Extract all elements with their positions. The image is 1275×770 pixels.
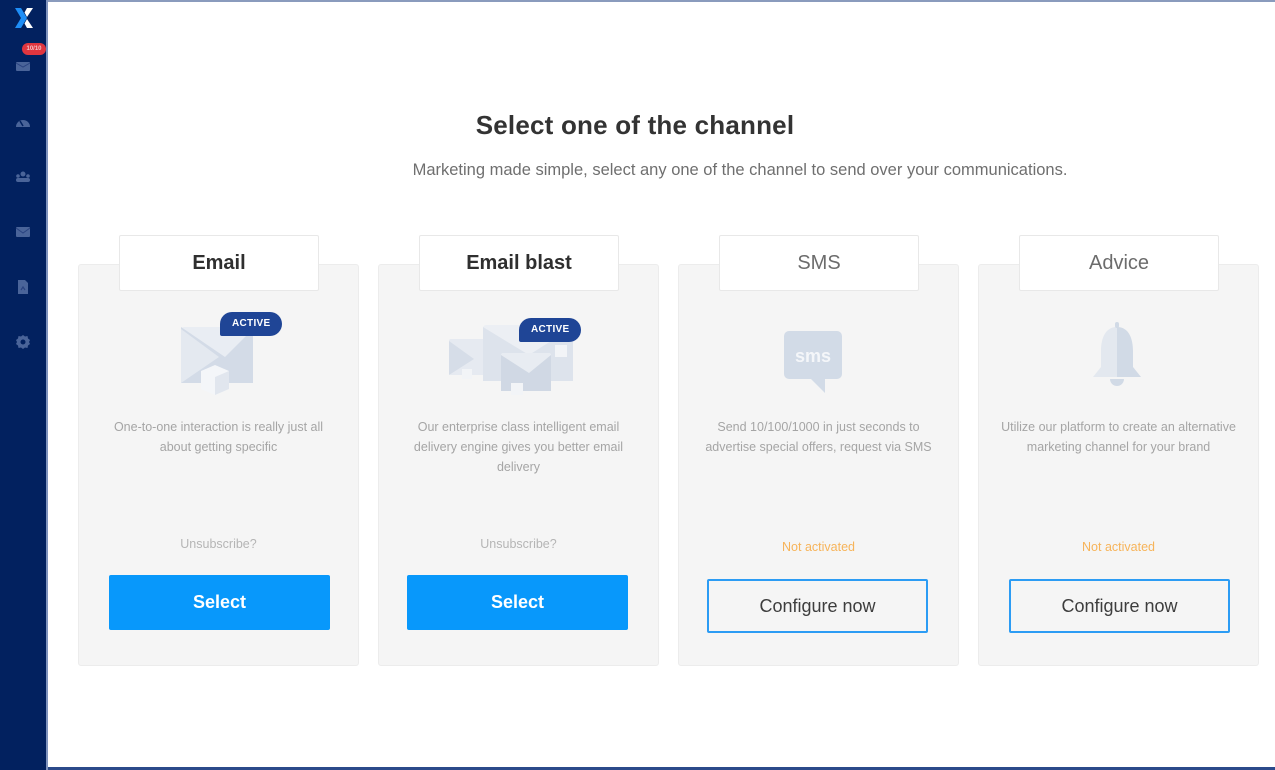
app-window: 10/10 Select one of the channel Marketin…	[0, 0, 1275, 770]
channel-description: Send 10/100/1000 in just seconds to adve…	[705, 420, 932, 454]
sidebar-item-settings[interactable]	[10, 331, 36, 353]
page-subtitle: Marketing made simple, select any one of…	[412, 161, 1068, 179]
users-icon	[16, 171, 30, 182]
channel-card-email: Email ACTIVE One-to-one interaction is r…	[78, 235, 359, 666]
email-blast-icon: ACTIVE	[379, 309, 658, 399]
notification-badge: 10/10	[22, 43, 46, 55]
sms-icon-text: sms	[795, 346, 831, 366]
gauge-icon	[16, 120, 30, 127]
select-button[interactable]: Select	[407, 575, 628, 630]
channel-label: Email	[119, 235, 319, 291]
x-logo-icon[interactable]	[12, 6, 36, 30]
page-title: Select one of the channel	[475, 110, 795, 140]
main-content: Select one of the channel Marketing made…	[50, 2, 1275, 767]
active-badge: ACTIVE	[220, 312, 283, 336]
email-icon: ACTIVE	[79, 309, 358, 399]
sidebar-item-contacts[interactable]	[10, 166, 36, 188]
channel-label: SMS	[719, 235, 919, 291]
sidebar-item-documents[interactable]	[10, 276, 36, 298]
channel-description: Our enterprise class intelligent email d…	[413, 420, 624, 474]
sms-icon: sms	[679, 309, 958, 399]
channel-label: Email blast	[419, 235, 619, 291]
document-icon	[18, 280, 28, 294]
channel-card-advice: Advice Utilize our platform to create an…	[978, 235, 1259, 666]
bell-icon	[979, 309, 1258, 399]
unsubscribe-link[interactable]: Unsubscribe?	[379, 537, 658, 551]
status-label: Not activated	[1082, 540, 1155, 554]
status-label: Not activated	[782, 540, 855, 554]
channel-description: One-to-one interaction is really just al…	[113, 420, 324, 454]
sidebar-item-campaigns[interactable]	[10, 55, 36, 77]
configure-now-button[interactable]: Configure now	[707, 579, 928, 633]
sidebar: 10/10	[0, 0, 48, 770]
channel-card-sms: SMS sms Send 10/100/1000 in just seconds…	[678, 235, 959, 666]
gear-icon	[16, 335, 30, 349]
configure-now-button[interactable]: Configure now	[1009, 579, 1230, 633]
channel-description: Utilize our platform to create an altern…	[1001, 420, 1236, 454]
envelope-stack-icon	[15, 62, 31, 71]
sidebar-item-messages[interactable]	[10, 221, 36, 243]
active-badge: ACTIVE	[519, 318, 582, 342]
select-button[interactable]: Select	[109, 575, 330, 630]
channel-label: Advice	[1019, 235, 1219, 291]
channel-card-email-blast: Email blast ACTIVE Our enterprise class …	[378, 235, 659, 666]
unsubscribe-link[interactable]: Unsubscribe?	[79, 537, 358, 551]
sidebar-item-dashboard[interactable]	[10, 112, 36, 134]
mail-icon	[15, 227, 31, 237]
